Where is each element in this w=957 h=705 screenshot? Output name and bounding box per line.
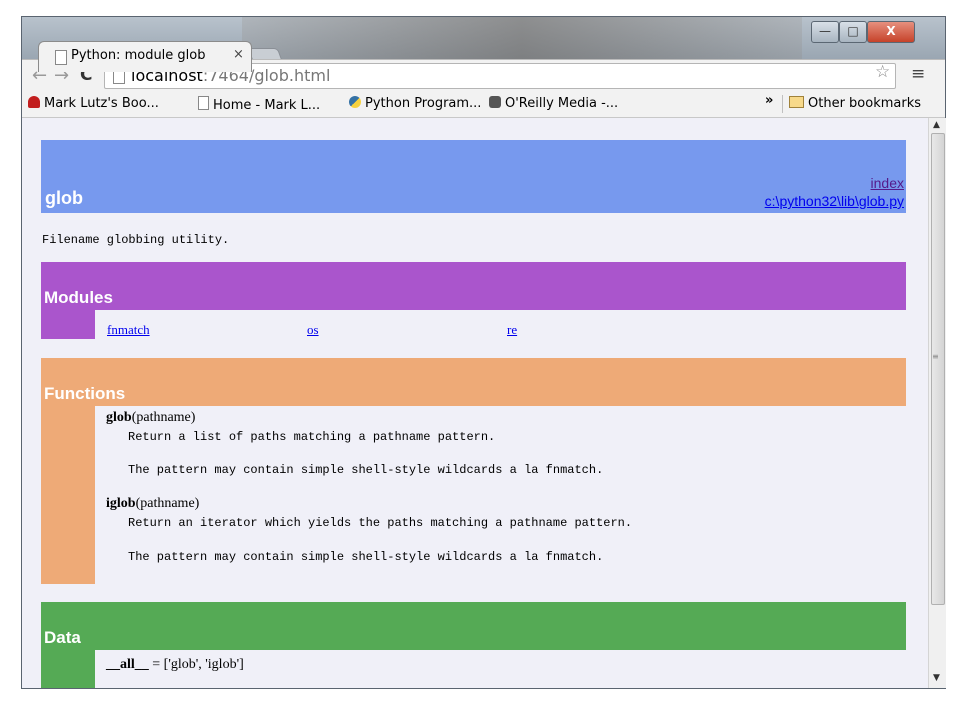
bookmark-label: Home - Mark L... <box>213 98 321 113</box>
function-doc: Return a list of paths matching a pathna… <box>128 430 496 444</box>
module-link-re[interactable]: re <box>507 322 517 338</box>
function-signature: iglob(pathname) <box>106 496 199 512</box>
function-name: iglob <box>106 496 136 511</box>
bookmark-oreilly-media[interactable]: O'Reilly Media -... <box>489 96 618 111</box>
function-args: (pathname) <box>131 410 196 425</box>
data-header: Data <box>41 602 906 650</box>
function-signature: glob(pathname) <box>106 410 195 426</box>
module-docstring: Filename globbing utility. <box>42 233 230 247</box>
function-args: (pathname) <box>135 496 200 511</box>
folder-icon <box>789 96 804 108</box>
bookmark-separator <box>782 95 783 113</box>
bookmark-label: Mark Lutz's Boo... <box>44 96 159 111</box>
source-file-link[interactable]: c:\python32\lib\glob.py <box>765 193 904 209</box>
minimize-button[interactable]: — <box>811 21 839 43</box>
more-bookmarks-icon[interactable]: » <box>765 93 773 108</box>
index-link[interactable]: index <box>871 175 904 191</box>
bookmark-home-mark-l[interactable]: Home - Mark L... <box>198 96 320 113</box>
tab-python-module-glob[interactable]: Python: module glob × <box>38 41 252 72</box>
bookmark-label: O'Reilly Media -... <box>505 96 619 111</box>
bookmark-python-program[interactable]: Python Program... <box>349 96 481 111</box>
module-link-os[interactable]: os <box>307 322 319 338</box>
chrome-menu-icon[interactable]: ≡ <box>911 64 925 84</box>
title-bar: Python: module glob × — □ X <box>22 17 945 72</box>
section-margin <box>41 406 95 584</box>
oreilly-icon <box>489 96 501 108</box>
data-entry: __all__ = ['glob', 'iglob'] <box>106 657 244 673</box>
module-header: glob index c:\python32\lib\glob.py <box>41 140 906 213</box>
function-name: glob <box>106 410 132 425</box>
browser-window: Python: module glob × — □ X ← → C localh… <box>21 16 946 689</box>
page-content: glob index c:\python32\lib\glob.py Filen… <box>22 118 928 688</box>
close-button[interactable]: X <box>867 21 915 43</box>
page-title: glob <box>45 188 83 208</box>
modules-header: Modules <box>41 262 906 310</box>
bookmark-label: Python Program... <box>365 96 482 111</box>
grip-icon: ≡ <box>932 352 939 361</box>
section-title: Modules <box>44 288 113 307</box>
section-margin <box>41 310 95 339</box>
section-title: Functions <box>44 384 126 403</box>
bookmark-mark-lutz-books[interactable]: Mark Lutz's Boo... <box>28 96 159 111</box>
data-name: __all__ <box>106 657 149 672</box>
bookmark-star-icon[interactable]: ☆ <box>875 62 890 82</box>
other-bookmarks-label: Other bookmarks <box>808 96 922 111</box>
other-bookmarks[interactable]: Other bookmarks <box>789 96 921 111</box>
module-link-fnmatch[interactable]: fnmatch <box>107 322 150 338</box>
functions-header: Functions <box>41 358 906 406</box>
bookmarks-bar: Mark Lutz's Boo... Home - Mark L... Pyth… <box>22 91 945 118</box>
function-doc: The pattern may contain simple shell-sty… <box>128 463 604 477</box>
scroll-down-icon[interactable]: ▼ <box>933 673 940 683</box>
desktop-background <box>242 17 802 59</box>
maximize-button[interactable]: □ <box>839 21 867 43</box>
page-icon <box>198 96 209 110</box>
scroll-up-icon[interactable]: ▲ <box>933 120 940 130</box>
page-icon <box>55 50 67 65</box>
tab-close-icon[interactable]: × <box>233 47 244 62</box>
function-doc: The pattern may contain simple shell-sty… <box>128 550 604 564</box>
vertical-scrollbar[interactable]: ▲ ≡ ▼ <box>928 118 946 688</box>
tab-title: Python: module glob <box>71 48 206 63</box>
section-margin <box>41 650 95 688</box>
red-bookmark-icon <box>28 96 40 108</box>
python-icon <box>349 96 361 108</box>
scroll-thumb[interactable] <box>931 133 945 605</box>
data-value: = ['glob', 'iglob'] <box>148 657 244 672</box>
section-title: Data <box>44 628 81 647</box>
function-doc: Return an iterator which yields the path… <box>128 516 633 530</box>
